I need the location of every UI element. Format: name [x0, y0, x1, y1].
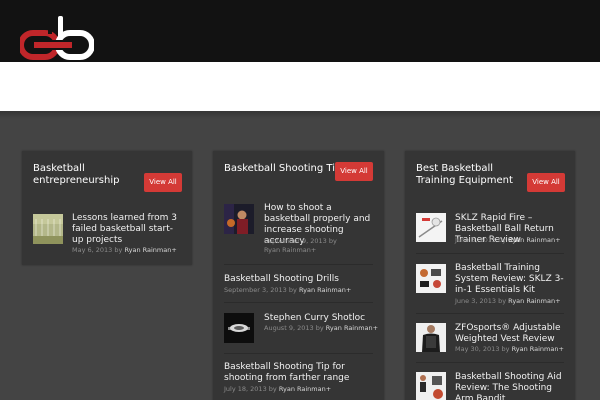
panel-title: Best Basketball Training Equipment	[416, 163, 513, 186]
view-all-button[interactable]: View All	[527, 173, 565, 192]
divider	[224, 302, 373, 303]
post-date: August 9, 2013	[264, 324, 314, 332]
post-date: July 18, 2013	[224, 385, 267, 393]
post-thumbnail[interactable]	[224, 313, 254, 343]
divider	[416, 253, 564, 254]
panel-shooting-tips: Basketball Shooting Tips View All How to…	[213, 151, 384, 400]
site-logo[interactable]	[20, 14, 94, 62]
post-author-link[interactable]: Ryan Rainman+	[299, 286, 351, 294]
divider	[224, 353, 373, 354]
post-meta: May 6, 2013 by Ryan Rainman+	[72, 246, 177, 255]
post-title-link[interactable]: Lessons learned from 3 failed basketball…	[72, 213, 182, 246]
post-author-link[interactable]: Ryan Rainman+	[264, 246, 316, 255]
divider	[416, 313, 564, 314]
post-author-link[interactable]: Ryan Rainman+	[508, 236, 560, 244]
post-by: by	[288, 286, 297, 294]
view-all-button[interactable]: View All	[144, 173, 182, 192]
panel-training-equipment: Best Basketball Training Equipment View …	[405, 151, 575, 400]
post-by: by	[114, 246, 123, 254]
post-author-link[interactable]: Ryan Rainman+	[279, 385, 331, 393]
divider	[224, 264, 373, 265]
post-author-link[interactable]: Ryan Rainman+	[326, 324, 378, 332]
post-title-link[interactable]: Basketball Training System Review: SKLZ …	[455, 263, 568, 296]
post-date: June 3, 2013	[455, 297, 497, 305]
post-date: September 3, 2013	[224, 286, 287, 294]
post-meta: June 3, 2013 by Ryan Rainman+	[455, 236, 561, 245]
navigation-bar	[0, 62, 600, 111]
post-by: by	[268, 385, 277, 393]
view-all-button[interactable]: View All	[335, 162, 373, 181]
panel-title: Basketball entrepreneurship	[33, 163, 120, 186]
post-date: June 3, 2013	[455, 236, 497, 244]
post-meta: September 9, 2013 by	[264, 237, 337, 246]
post-title-link[interactable]: Basketball Shooting Drills	[224, 274, 374, 285]
post-author-link[interactable]: Ryan Rainman+	[124, 246, 176, 254]
post-date: May 30, 2013	[455, 345, 500, 353]
post-thumbnail[interactable]	[416, 323, 446, 352]
header-shadow	[0, 111, 600, 119]
post-title-link[interactable]: Stephen Curry Shotloc	[264, 313, 376, 324]
post-title-link[interactable]: ZFOsports® Adjustable Weighted Vest Revi…	[455, 323, 568, 345]
post-author-link[interactable]: Ryan Rainman+	[508, 297, 560, 305]
post-by: by	[498, 297, 507, 305]
post-date: September 9, 2013	[264, 237, 327, 245]
post-thumbnail[interactable]	[416, 372, 446, 400]
post-meta: May 30, 2013 by Ryan Rainman+	[455, 345, 564, 354]
post-title-link[interactable]: Basketball Shooting Tip for shooting fro…	[224, 362, 374, 384]
post-meta: September 3, 2013 by Ryan Rainman+	[224, 286, 351, 295]
divider	[416, 362, 564, 363]
post-by: by	[315, 324, 324, 332]
post-thumbnail[interactable]	[416, 264, 446, 293]
post-title-link[interactable]: Basketball Shooting Aid Review: The Shoo…	[455, 372, 568, 400]
post-date: May 6, 2013	[72, 246, 113, 254]
post-meta: June 3, 2013 by Ryan Rainman+	[455, 297, 561, 306]
post-thumbnail[interactable]	[33, 214, 63, 244]
post-by: by	[498, 236, 507, 244]
post-by: by	[501, 345, 510, 353]
site-header	[0, 0, 600, 62]
post-thumbnail[interactable]	[224, 204, 254, 234]
post-meta: August 9, 2013 by Ryan Rainman+	[264, 324, 378, 333]
post-by: by	[328, 237, 337, 245]
panel-entrepreneurship: Basketball entrepreneurship View All Les…	[22, 151, 192, 265]
post-meta: July 18, 2013 by Ryan Rainman+	[224, 385, 331, 394]
post-author-link[interactable]: Ryan Rainman+	[512, 345, 564, 353]
panel-title: Basketball Shooting Tips	[224, 163, 347, 174]
post-thumbnail[interactable]	[416, 213, 446, 242]
